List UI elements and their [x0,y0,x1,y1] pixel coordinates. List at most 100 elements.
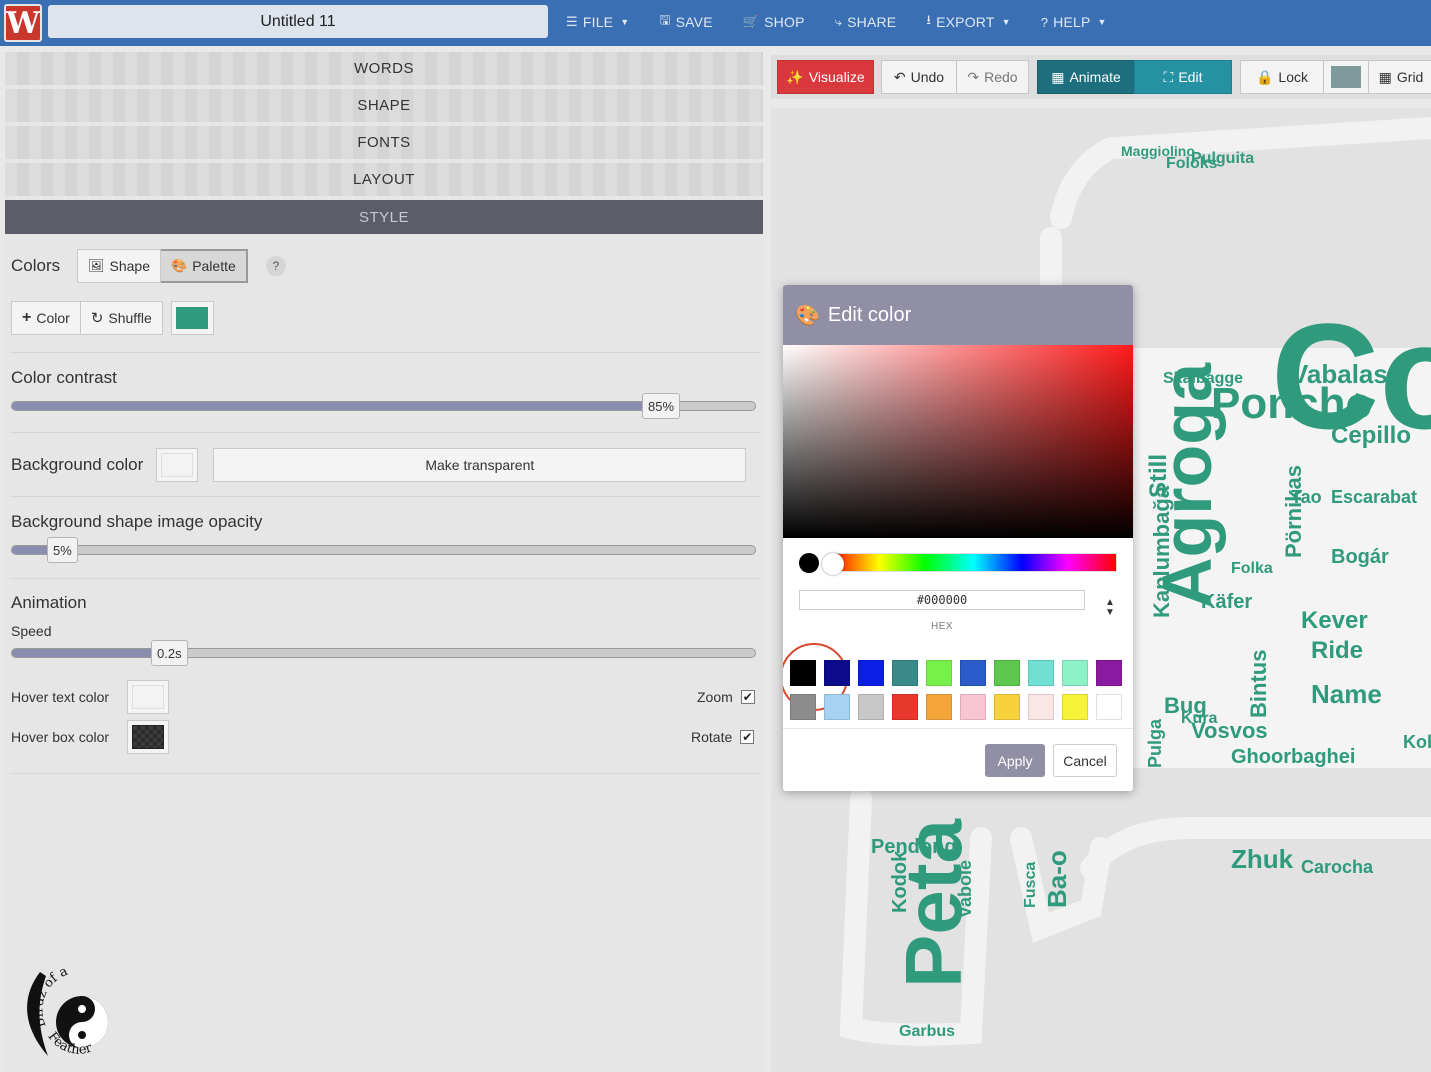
cloud-word[interactable]: Still [1145,454,1172,498]
section-style[interactable]: STYLE [5,200,763,234]
preset-swatch[interactable] [960,660,986,686]
cloud-word[interactable]: Escarabat [1331,487,1417,507]
cloud-word[interactable]: Pulga [1145,718,1165,768]
zoom-checkbox[interactable]: ✔ [740,690,755,704]
menu-help[interactable]: ? HELP ▼ [1041,14,1107,30]
cloud-word[interactable]: Kever [1301,607,1368,634]
preset-swatch[interactable] [960,694,986,720]
cloud-word[interactable]: Käfer [1201,591,1252,613]
cloud-word[interactable]: Pörnikas [1281,465,1306,558]
section-words[interactable]: WORDS [5,52,763,85]
cloud-word[interactable]: Bug [1164,693,1207,718]
menu-share[interactable]: ⤷ SHARE [835,14,897,30]
hover-box-color-picker[interactable] [127,720,169,754]
saturation-value-picker[interactable] [783,345,1133,538]
cloud-word[interactable]: Ba-o [1042,850,1072,908]
preset-swatch[interactable] [858,660,884,686]
redo-button[interactable]: ↷ Redo [956,60,1029,94]
preset-swatch[interactable] [783,643,848,711]
cloud-word[interactable]: Zhuk [1231,844,1294,874]
preset-swatch[interactable] [1096,660,1122,686]
rotate-checkbox[interactable]: ✔ [740,730,755,744]
preset-swatch[interactable] [926,660,952,686]
hover-text-color-picker[interactable] [127,680,169,714]
cloud-word[interactable]: Kodok [889,850,911,913]
preset-swatch[interactable] [1028,694,1054,720]
dialog-title: Edit color [827,303,912,326]
preset-swatch[interactable] [1096,694,1122,720]
slider-thumb[interactable]: 0.2s [151,640,188,666]
cloud-word[interactable]: Cepillo [1331,422,1411,449]
cancel-button[interactable]: Cancel [1053,744,1117,777]
palette-color-swatch[interactable] [170,301,214,335]
cart-icon: 🛒 [742,14,760,29]
grid-button[interactable]: ▦ Grid [1368,60,1431,94]
menu-shop[interactable]: 🛒 SHOP [743,14,805,30]
cloud-word[interactable]: Skalbagge [1163,370,1243,387]
cloud-word[interactable]: Tao [1291,487,1322,507]
hover-box-row: Hover box color [11,720,169,754]
speed-label: Speed [11,623,52,639]
canvas-color-swatch [1331,66,1361,88]
menu-save[interactable]: 🖫 SAVE [659,11,712,33]
menu-export[interactable]: ⭳ EXPORT ▼ [926,11,1010,33]
colors-help-icon[interactable]: ? [265,256,286,276]
menu-file[interactable]: ☰ FILE ▼ [566,14,629,30]
cloud-word[interactable]: Bogár [1331,546,1389,568]
preset-swatch[interactable] [926,694,952,720]
section-shape[interactable]: SHAPE [5,89,763,122]
preset-swatch[interactable] [824,694,850,720]
hue-slider[interactable] [830,553,1117,572]
color-contrast-slider[interactable]: 85% [11,393,756,419]
section-layout[interactable]: LAYOUT [5,163,763,196]
slider-thumb[interactable]: 5% [47,537,78,563]
app-logo[interactable]: W [4,4,42,42]
cloud-word[interactable]: Name [1311,679,1382,709]
hue-slider-handle[interactable] [822,553,844,575]
edit-button[interactable]: ⛶ Edit [1134,60,1232,94]
cloud-word[interactable]: Fusca [1022,862,1039,908]
preset-swatch[interactable] [892,660,918,686]
cloud-word[interactable]: Ghoorbaghei [1231,746,1355,768]
hex-input[interactable]: #000000 [799,590,1085,610]
undo-button[interactable]: ↶ Undo [881,60,957,94]
cloud-word[interactable]: Vabalas [1291,359,1388,389]
preset-swatch[interactable] [858,694,884,720]
animate-button[interactable]: ▦ Animate [1037,60,1135,94]
make-transparent-button[interactable]: Make transparent [213,448,747,482]
add-color-button[interactable]: + Color [11,301,81,335]
section-fonts[interactable]: FONTS [5,126,763,159]
cloud-word[interactable]: Pendong [871,836,957,858]
shape-colors-button[interactable]: 🖼 Shape [77,249,161,283]
background-color-picker[interactable] [156,448,199,482]
cloud-word[interactable]: Kaplumbağa [1149,485,1174,618]
apply-button[interactable]: Apply [985,744,1045,777]
cloud-word[interactable]: Garbus [899,1023,955,1040]
cloud-word[interactable]: Carocha [1301,857,1374,877]
preset-swatch[interactable] [824,660,850,686]
bg-opacity-slider[interactable]: 5% [11,537,756,563]
preset-swatch[interactable] [1062,660,1088,686]
preset-swatch[interactable] [790,694,816,720]
slider-thumb[interactable]: 85% [642,393,681,419]
palette-button[interactable]: 🎨 Palette [161,249,248,283]
cloud-word[interactable]: Maggiolino [1121,143,1195,159]
preset-swatch[interactable] [892,694,918,720]
visualize-button[interactable]: ✨ Visualize [777,60,874,94]
canvas-color-button[interactable] [1323,60,1369,94]
cloud-word[interactable]: Vabole [955,860,975,918]
preset-swatch[interactable] [994,694,1020,720]
preset-swatch[interactable] [1062,694,1088,720]
cloud-word[interactable]: Folka [1231,560,1273,577]
preset-swatch[interactable] [994,660,1020,686]
format-toggle-icon[interactable]: ▲ ▼ [1105,598,1115,618]
document-title-input[interactable]: Untitled 11 [48,5,548,38]
preset-swatch[interactable] [1028,660,1054,686]
current-color-preview [799,553,819,573]
cloud-word[interactable]: Kobe [1403,732,1431,752]
lock-button[interactable]: 🔒 Lock [1240,60,1324,94]
shuffle-button[interactable]: ↻ Shuffle [80,301,163,335]
cloud-word[interactable]: Ride [1311,637,1363,664]
cloud-word[interactable]: Bintus [1246,650,1271,718]
speed-slider[interactable]: 0.2s [11,640,756,666]
